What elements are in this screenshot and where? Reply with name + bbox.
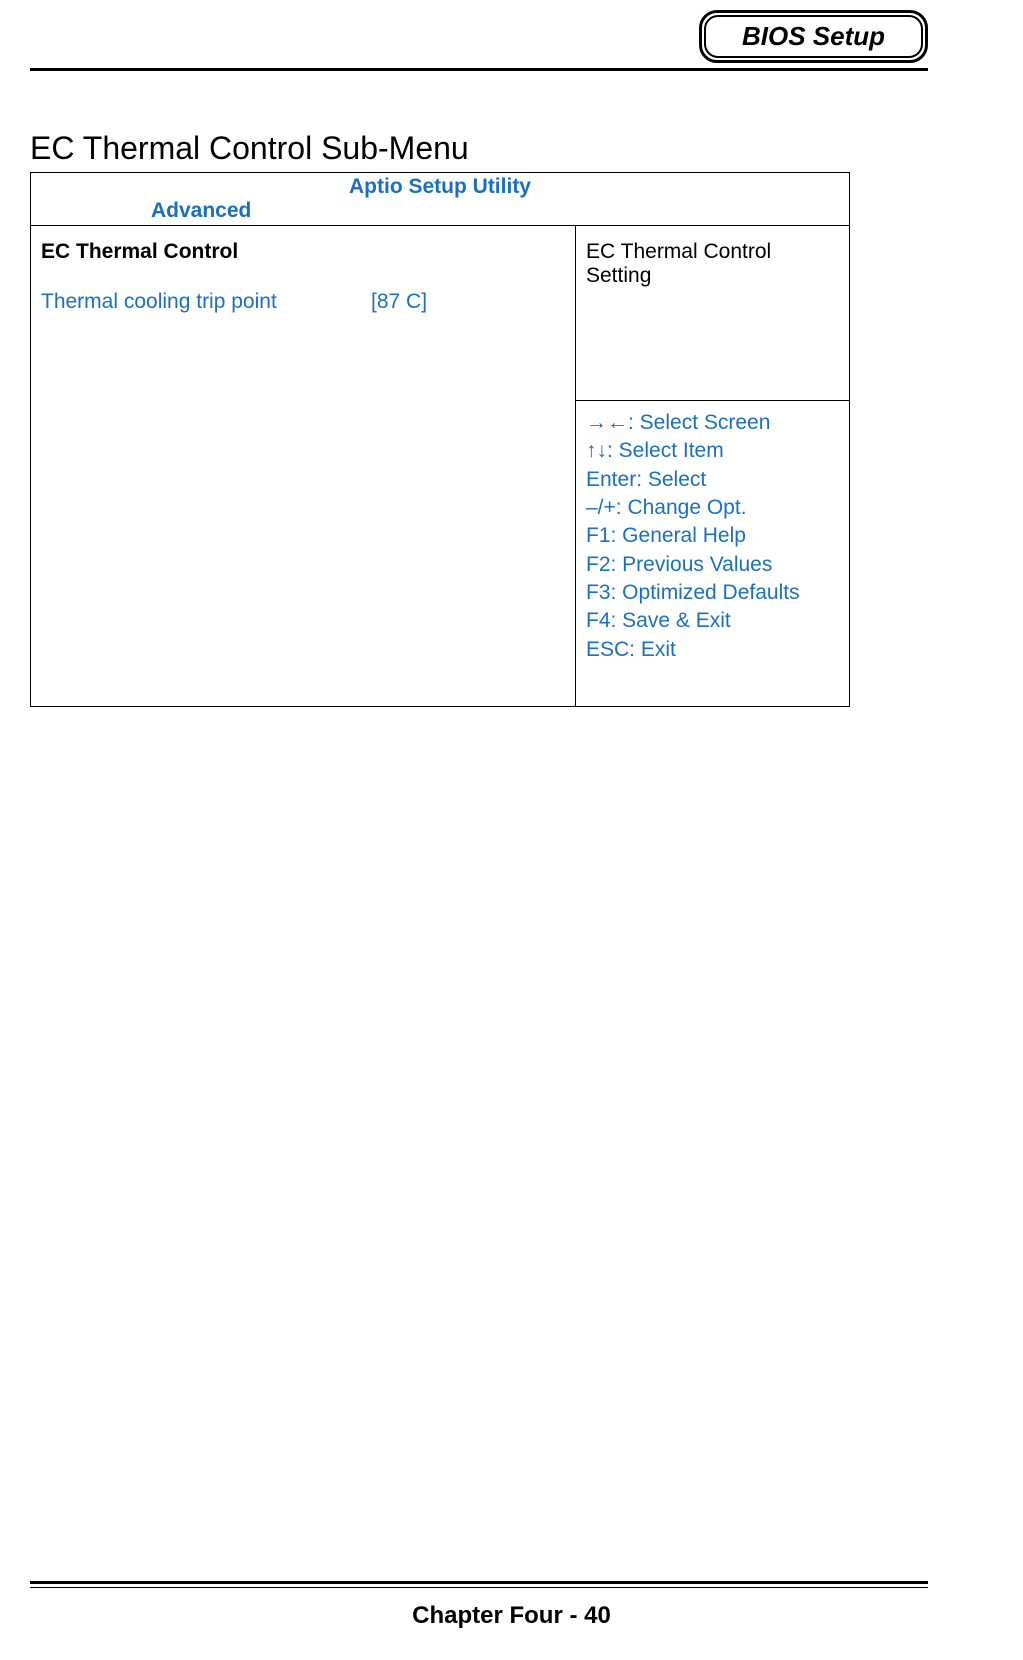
key-hint: F3: Optimized Defaults xyxy=(586,579,839,607)
bios-left-panel: EC Thermal Control Thermal cooling trip … xyxy=(31,226,576,706)
ec-heading: EC Thermal Control xyxy=(41,240,565,264)
bios-header: Aptio Setup Utility Advanced xyxy=(31,173,849,226)
thermal-trip-option[interactable]: Thermal cooling trip point [87 C] xyxy=(41,290,565,314)
header-badge-label: BIOS Setup xyxy=(704,15,923,58)
section-title: EC Thermal Control Sub-Menu xyxy=(30,130,469,167)
bottom-divider xyxy=(30,1581,928,1588)
key-hint: F1: General Help xyxy=(586,522,839,550)
bios-right-panel: EC Thermal Control Setting →←: Select Sc… xyxy=(576,226,849,706)
key-hint: –/+: Change Opt. xyxy=(586,494,839,522)
key-hint: →←: Select Screen xyxy=(586,409,839,437)
top-divider xyxy=(30,68,928,71)
key-hint: F2: Previous Values xyxy=(586,551,839,579)
key-hint: F4: Save & Exit xyxy=(586,607,839,635)
header-badge: BIOS Setup xyxy=(699,10,928,63)
bios-table: Aptio Setup Utility Advanced EC Thermal … xyxy=(30,172,850,707)
bios-key-legend: →←: Select Screen ↑↓: Select Item Enter:… xyxy=(576,401,849,706)
key-hint: ↑↓: Select Item xyxy=(586,437,839,465)
thermal-trip-value: [87 C] xyxy=(371,290,427,314)
key-hint: ESC: Exit xyxy=(586,636,839,664)
bios-utility-title: Aptio Setup Utility xyxy=(31,175,849,199)
page-footer: Chapter Four - 40 xyxy=(0,1602,1023,1630)
bios-help-text: EC Thermal Control Setting xyxy=(576,226,849,401)
thermal-trip-label: Thermal cooling trip point xyxy=(41,290,371,314)
key-hint: Enter: Select xyxy=(586,466,839,494)
bios-tab-label: Advanced xyxy=(31,199,849,223)
